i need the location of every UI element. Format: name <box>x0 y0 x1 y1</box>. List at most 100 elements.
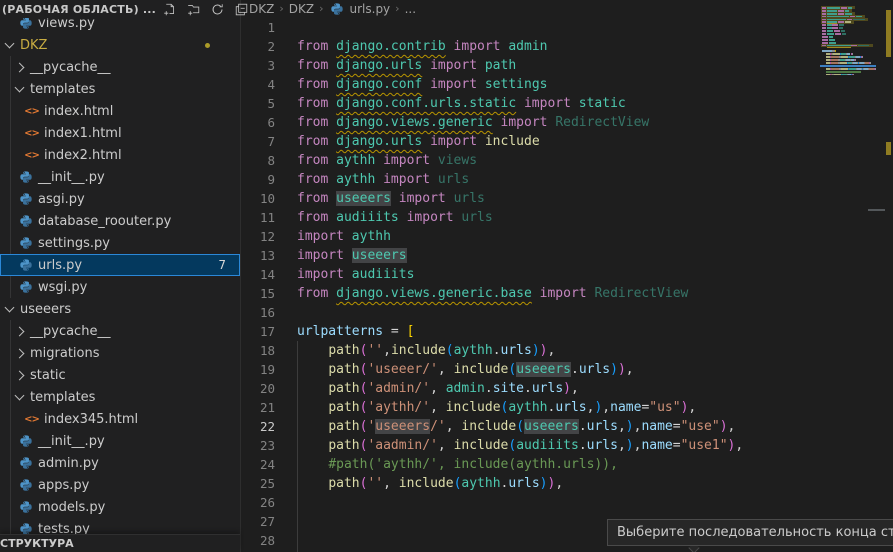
tree-file-wsgi-py[interactable]: wsgi.py <box>0 276 240 298</box>
tree-file--init-py[interactable]: __init__.py <box>0 430 240 452</box>
line-content: from django.views.generic import Redirec… <box>297 113 649 132</box>
line-number: 20 <box>241 379 275 398</box>
line-content: from django.contrib import admin <box>297 37 547 56</box>
code-line[interactable]: 9from aythh import urls <box>241 170 820 189</box>
minimap-mark <box>831 59 839 61</box>
minimap-mark <box>841 30 845 32</box>
breadcrumb-item[interactable]: urls.py <box>350 2 391 16</box>
line-number: 23 <box>241 436 275 455</box>
code-line[interactable]: 20 path('admin/', admin.site.urls), <box>241 379 820 398</box>
breadcrumb-item[interactable]: DKZ <box>289 2 314 16</box>
tree-item-label: admin.py <box>38 456 99 471</box>
line-number: 8 <box>241 151 275 170</box>
line-content: from django.conf import settings <box>297 75 547 94</box>
line-content: path('aythh/', include(aythh.urls,),name… <box>297 398 696 417</box>
html-file-icon: <> <box>24 148 39 163</box>
code-line[interactable]: 25 path('', include(aythh.urls)), <box>241 474 820 493</box>
tree-folder-static[interactable]: static <box>0 364 240 386</box>
tree-file-urls-py[interactable]: urls.py7 <box>0 254 240 276</box>
code-line[interactable]: 8from aythh import views <box>241 151 820 170</box>
tree-folder-templates[interactable]: templates <box>0 386 240 408</box>
tree-file--init-py[interactable]: __init__.py <box>0 166 240 188</box>
line-content: from aythh import urls <box>297 170 469 189</box>
code-line[interactable]: 22 path('useeers/', include(useeers.urls… <box>241 417 820 436</box>
minimap-mark <box>834 30 840 32</box>
breadcrumb-item[interactable]: ... <box>405 2 416 16</box>
code-line[interactable]: 16 <box>241 303 820 322</box>
workspace-section-header: (РАБОЧАЯ ОБЛАСТЬ) ... <box>0 0 240 18</box>
eol-sequence-tooltip: Выберите последовательность конца строки <box>607 519 893 546</box>
tree-folder-templates[interactable]: templates <box>0 78 240 100</box>
python-file-icon <box>18 214 33 229</box>
code-line[interactable]: 1 <box>241 18 820 37</box>
tree-item-label: DKZ <box>20 38 47 53</box>
code-line[interactable]: 26 <box>241 493 820 512</box>
code-line[interactable]: 5from django.conf.urls.static import sta… <box>241 94 820 113</box>
tree-file-models-py[interactable]: models.py <box>0 496 240 518</box>
code-line[interactable]: 11from audiiits import urls <box>241 208 820 227</box>
line-number: 21 <box>241 398 275 417</box>
minimap-mark <box>822 33 826 35</box>
tree-file-asgi-py[interactable]: asgi.py <box>0 188 240 210</box>
code-line[interactable]: 3from django.urls import path <box>241 56 820 75</box>
tree-file-admin-py[interactable]: admin.py <box>0 452 240 474</box>
line-number: 10 <box>241 189 275 208</box>
code-line[interactable]: 24 #path('aythh/', include(aythh.urls)), <box>241 455 820 474</box>
code-line[interactable]: 15from django.views.generic.base import … <box>241 284 820 303</box>
python-file-icon <box>18 500 33 515</box>
outline-section-header[interactable]: СТРУКТУРА <box>0 534 240 552</box>
tree-indent-guide <box>10 56 11 78</box>
breadcrumb-item[interactable]: DKZ <box>249 2 274 16</box>
code-line[interactable]: 17urlpatterns = [ <box>241 322 820 341</box>
tree-file-index2-html[interactable]: <>index2.html <box>0 144 240 166</box>
tree-file-database-roouter-py[interactable]: database_roouter.py <box>0 210 240 232</box>
line-number: 12 <box>241 227 275 246</box>
explorer-actions <box>162 2 249 17</box>
line-content: urlpatterns = [ <box>297 322 414 341</box>
line-number: 11 <box>241 208 275 227</box>
tree-file-index1-html[interactable]: <>index1.html <box>0 122 240 144</box>
tree-indent-guide <box>10 430 11 452</box>
new-folder-icon[interactable] <box>186 2 201 17</box>
minimap-mark <box>822 30 826 32</box>
minimap-mark <box>842 33 846 35</box>
code-line[interactable]: 12import aythh <box>241 227 820 246</box>
code-line[interactable]: 21 path('aythh/', include(aythh.urls,),n… <box>241 398 820 417</box>
tree-indent-guide <box>10 320 11 342</box>
minimap-mark <box>841 56 848 58</box>
tree-file-index345-html[interactable]: <>index345.html <box>0 408 240 430</box>
code-line[interactable]: 13import useeers <box>241 246 820 265</box>
python-file-icon <box>18 478 33 493</box>
tree-indent-guide <box>10 496 11 518</box>
tree-indent-guide <box>10 122 11 144</box>
code-line[interactable]: 4from django.conf import settings <box>241 75 820 94</box>
line-number: 7 <box>241 132 275 151</box>
tree-item-label: __init__.py <box>38 434 105 449</box>
tree-folder-useeers[interactable]: useeers <box>0 298 240 320</box>
code-line[interactable]: 10from useeers import urls <box>241 189 820 208</box>
code-line[interactable]: 18 path('',include(aythh.urls)), <box>241 341 820 360</box>
tree-file-index-html[interactable]: <>index.html <box>0 100 240 122</box>
new-file-icon[interactable] <box>162 2 177 17</box>
code-line[interactable]: 2from django.contrib import admin <box>241 37 820 56</box>
line-content: from django.views.generic.base import Re… <box>297 284 688 303</box>
minimap-mark <box>829 36 834 38</box>
tree-file-settings-py[interactable]: settings.py <box>0 232 240 254</box>
code-line[interactable]: 6from django.views.generic import Redire… <box>241 113 820 132</box>
line-content: path('', include(aythh.urls)), <box>297 474 563 493</box>
code-line[interactable]: 19 path('useeer/', include(useeers.urls)… <box>241 360 820 379</box>
refresh-icon[interactable] <box>210 2 225 17</box>
collapse-all-icon[interactable] <box>234 2 249 17</box>
code-line[interactable]: 7from django.urls import include <box>241 132 820 151</box>
tree-file-apps-py[interactable]: apps.py <box>0 474 240 496</box>
minimap[interactable] <box>820 0 893 552</box>
line-number: 19 <box>241 360 275 379</box>
chevron-down-icon <box>5 39 15 49</box>
code-line[interactable]: 14import audiiits <box>241 265 820 284</box>
outline-title: СТРУКТУРА <box>0 537 74 550</box>
code-line[interactable]: 23 path('aadmin/', include(audiiits.urls… <box>241 436 820 455</box>
tree-folder--pycache-[interactable]: __pycache__ <box>0 56 240 78</box>
tree-folder--pycache-[interactable]: __pycache__ <box>0 320 240 342</box>
tree-folder-migrations[interactable]: migrations <box>0 342 240 364</box>
tree-folder-DKZ[interactable]: DKZ <box>0 34 240 56</box>
